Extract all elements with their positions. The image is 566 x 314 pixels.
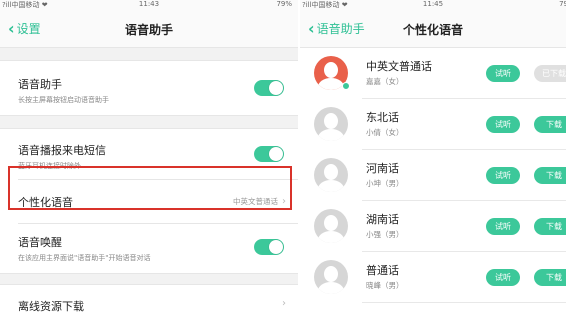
assistant-label: 语音助手 bbox=[18, 78, 62, 91]
personal-voice-row[interactable]: 个性化语音 中英文普通话 › bbox=[0, 179, 298, 223]
offline-chevron: › bbox=[278, 298, 286, 309]
voice-name: 河南话 bbox=[366, 162, 399, 175]
toggle-knob bbox=[269, 81, 283, 95]
download-button[interactable]: 下载 bbox=[534, 269, 566, 286]
try-listen-button[interactable]: 试听 bbox=[486, 269, 520, 286]
person-avatar-icon bbox=[314, 209, 348, 243]
voice-item[interactable]: 湖南话 小强（男） 试听 下载 bbox=[300, 201, 566, 252]
voice-name: 湖南话 bbox=[366, 213, 399, 226]
person-avatar-icon bbox=[314, 107, 348, 141]
carrier-text: ?ill中国移动 ❤ bbox=[2, 1, 48, 9]
personal-voice-value: 中英文普通话 › bbox=[233, 196, 286, 207]
status-time: 11:45 bbox=[422, 0, 444, 8]
wake-label: 语音唤醒 bbox=[18, 236, 62, 249]
nav-bar: ‹ 设置 语音助手 bbox=[0, 10, 298, 48]
voice-item[interactable]: 中英文普通话 嘉嘉（女） 试听 已下载 bbox=[300, 48, 566, 99]
voice-list: 中英文普通话 嘉嘉（女） 试听 已下载 东北话 小倩（女） 试听 下载 河南话 … bbox=[300, 48, 566, 303]
try-listen-button[interactable]: 试听 bbox=[486, 218, 520, 235]
page-title: 语音助手 bbox=[124, 23, 173, 37]
voice-speaker: 小强（男） bbox=[366, 230, 404, 239]
download-button[interactable]: 下载 bbox=[534, 116, 566, 133]
voice-speaker: 小倩（女） bbox=[366, 128, 404, 137]
assistant-row: 语音助手 长按主屏幕按钮启动语音助手 bbox=[0, 61, 298, 115]
voice-name: 东北话 bbox=[366, 111, 399, 124]
status-bar: ?ill中国移动 ❤ 11:45 79 bbox=[300, 0, 566, 10]
chevron-right-icon: › bbox=[282, 298, 286, 309]
voice-speaker: 晓峰（男） bbox=[366, 281, 404, 290]
offline-download-row[interactable]: 离线资源下载 › bbox=[0, 285, 298, 314]
wake-sub: 在该应用主界面说"语音助手"开始语音对话 bbox=[18, 254, 151, 262]
download-button[interactable]: 下载 bbox=[534, 167, 566, 184]
battery-text: 79% bbox=[276, 0, 292, 8]
selected-check-icon bbox=[342, 82, 350, 90]
wake-row: 语音唤醒 在该应用主界面说"语音助手"开始语音对话 bbox=[0, 223, 298, 273]
chevron-right-icon: › bbox=[282, 196, 286, 207]
sms-label: 语音播报来电短信 bbox=[18, 144, 106, 157]
settings-group: 语音播报来电短信 蓝牙耳机连接时除外 个性化语音 中英文普通话 › 语音唤醒 在… bbox=[0, 128, 298, 274]
try-listen-button[interactable]: 试听 bbox=[486, 167, 520, 184]
voice-speaker: 嘉嘉（女） bbox=[366, 77, 404, 86]
sms-row: 语音播报来电短信 蓝牙耳机连接时除外 bbox=[0, 129, 298, 179]
status-time: 11:43 bbox=[138, 0, 160, 8]
person-avatar-icon bbox=[314, 158, 348, 192]
battery-text: 79 bbox=[559, 0, 566, 8]
try-listen-button[interactable]: 试听 bbox=[486, 65, 520, 82]
voice-item[interactable]: 东北话 小倩（女） 试听 下载 bbox=[300, 99, 566, 150]
toggle-knob bbox=[269, 147, 283, 161]
voice-item[interactable]: 河南话 小坤（男） 试听 下载 bbox=[300, 150, 566, 201]
nav-bar: ‹ 语音助手 个性化语音 bbox=[300, 10, 566, 48]
toggle-knob bbox=[269, 240, 283, 254]
assistant-sub: 长按主屏幕按钮启动语音助手 bbox=[18, 96, 109, 104]
offline-download-label: 离线资源下载 bbox=[18, 300, 84, 313]
try-listen-button[interactable]: 试听 bbox=[486, 116, 520, 133]
downloaded-button[interactable]: 已下载 bbox=[534, 65, 566, 82]
personalized-voice-screen: ?ill中国移动 ❤ 11:45 79 ‹ 语音助手 个性化语音 中英文普通话 … bbox=[300, 0, 566, 314]
page-title: 个性化语音 bbox=[402, 23, 463, 37]
carrier-text: ?ill中国移动 ❤ bbox=[302, 1, 348, 9]
sms-sub: 蓝牙耳机连接时除外 bbox=[18, 162, 81, 170]
assistant-toggle[interactable] bbox=[254, 80, 284, 96]
download-button[interactable]: 下载 bbox=[534, 218, 566, 235]
wake-toggle[interactable] bbox=[254, 239, 284, 255]
personal-voice-value-text: 中英文普通话 bbox=[233, 197, 278, 206]
voice-speaker: 小坤（男） bbox=[366, 179, 404, 188]
voice-assistant-screen: ?ill中国移动 ❤ 11:43 79% ‹ 设置 语音助手 语音助手 长按主屏… bbox=[0, 0, 298, 314]
offline-group: 离线资源下载 › bbox=[0, 284, 298, 314]
voice-name: 中英文普通话 bbox=[366, 60, 432, 73]
status-bar: ?ill中国移动 ❤ 11:43 79% bbox=[0, 0, 298, 10]
voice-item[interactable]: 普通话 晓峰（男） 试听 下载 bbox=[300, 252, 566, 303]
sms-toggle[interactable] bbox=[254, 146, 284, 162]
assistant-group: 语音助手 长按主屏幕按钮启动语音助手 bbox=[0, 60, 298, 116]
person-avatar-icon bbox=[314, 260, 348, 294]
voice-name: 普通话 bbox=[366, 264, 399, 277]
